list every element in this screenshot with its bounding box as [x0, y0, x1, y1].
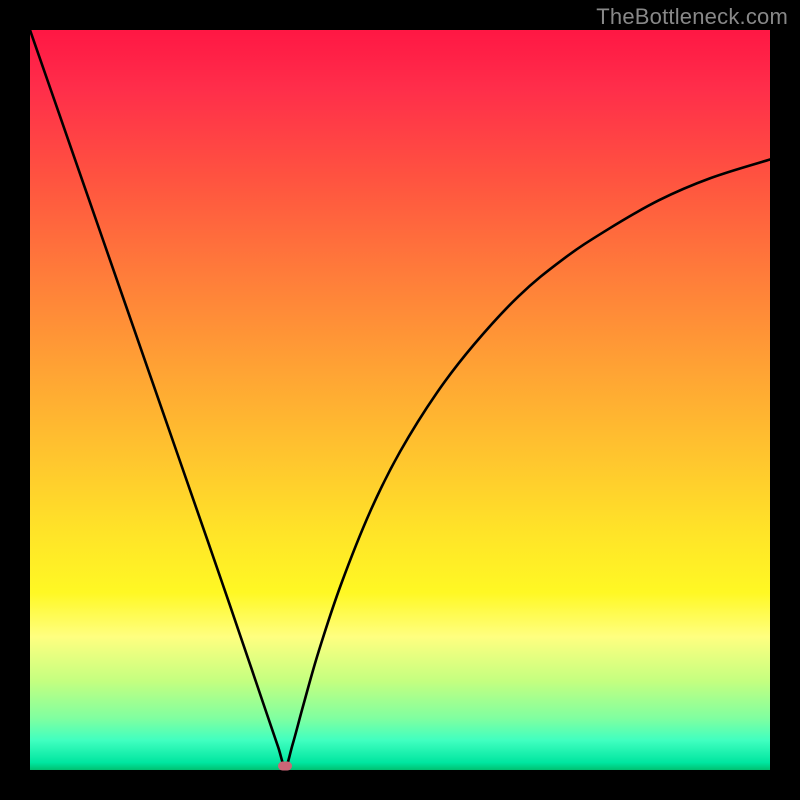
chart-frame: TheBottleneck.com — [0, 0, 800, 800]
bottleneck-curve — [30, 30, 770, 766]
plot-area — [30, 30, 770, 770]
curve-layer — [30, 30, 770, 770]
minimum-marker — [278, 762, 292, 771]
watermark-text: TheBottleneck.com — [596, 4, 788, 30]
